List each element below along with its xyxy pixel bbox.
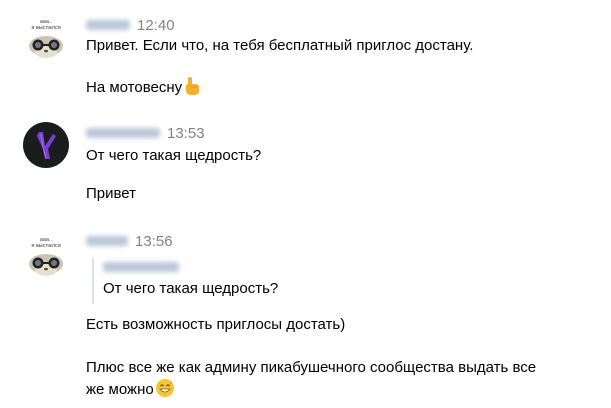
svg-text:я выспался: я выспался [31, 243, 61, 249]
quoted-text: От чего такая щедрость? [103, 280, 279, 297]
message-text-line: Есть возможность приглосы достать) [86, 316, 346, 333]
cat-with-glasses-icon: ааа.. я выспался [29, 237, 63, 276]
message-time[interactable]: 13:56 [135, 233, 173, 250]
svg-text:я выспался: я выспался [31, 25, 61, 31]
cat-with-glasses-icon: ааа.. я выспался [29, 19, 63, 58]
author-name-blurred[interactable] [86, 236, 128, 246]
message-text: На мотовесну [86, 76, 201, 102]
message-text: Плюс все же как админу пикабушечного соо… [86, 358, 536, 378]
message-text-line: Привет [86, 185, 137, 202]
message-text-line: же можно [86, 381, 154, 398]
message-header: 12:40 [86, 16, 175, 34]
pointing-up-hand-icon [183, 76, 201, 102]
message-text: Привет [86, 184, 136, 204]
message-text-line: От чего такая щедрость? [86, 147, 262, 164]
message-text-line: Привет. Если что, на тебя бесплатный при… [86, 37, 474, 54]
quoted-message[interactable]: От чего такая щедрость? [92, 258, 314, 304]
message-group: ааа.. я выспался 12:40 Привет. Если что,… [0, 0, 611, 110]
avatar[interactable] [23, 122, 69, 168]
quoted-author-name-blurred [103, 262, 179, 272]
author-name-blurred[interactable] [86, 20, 130, 30]
message-text: же можно [86, 378, 175, 404]
message-group: ааа.. я выспался 13:56 От чего такая щед… [0, 220, 611, 408]
message-text-line: Плюс все же как админу пикабушечного соо… [86, 359, 537, 376]
message-header: 13:53 [86, 124, 205, 142]
author-name-blurred[interactable] [86, 128, 160, 138]
message-header: 13:56 [86, 232, 173, 250]
message-text-line: На мотовесну [86, 79, 183, 96]
message-group: 13:53 От чего такая щедрость? Привет [0, 110, 611, 220]
purple-logo-icon [37, 132, 56, 159]
avatar[interactable]: ааа.. я выспался [23, 14, 69, 60]
message-time[interactable]: 12:40 [137, 17, 175, 34]
avatar[interactable]: ааа.. я выспался [23, 232, 69, 278]
grinning-sweat-icon [155, 378, 175, 404]
message-text: Привет. Если что, на тебя бесплатный при… [86, 36, 473, 56]
message-text: От чего такая щедрость? [86, 146, 261, 166]
message-text: Есть возможность приглосы достать) [86, 315, 345, 335]
message-time[interactable]: 13:53 [167, 125, 205, 142]
